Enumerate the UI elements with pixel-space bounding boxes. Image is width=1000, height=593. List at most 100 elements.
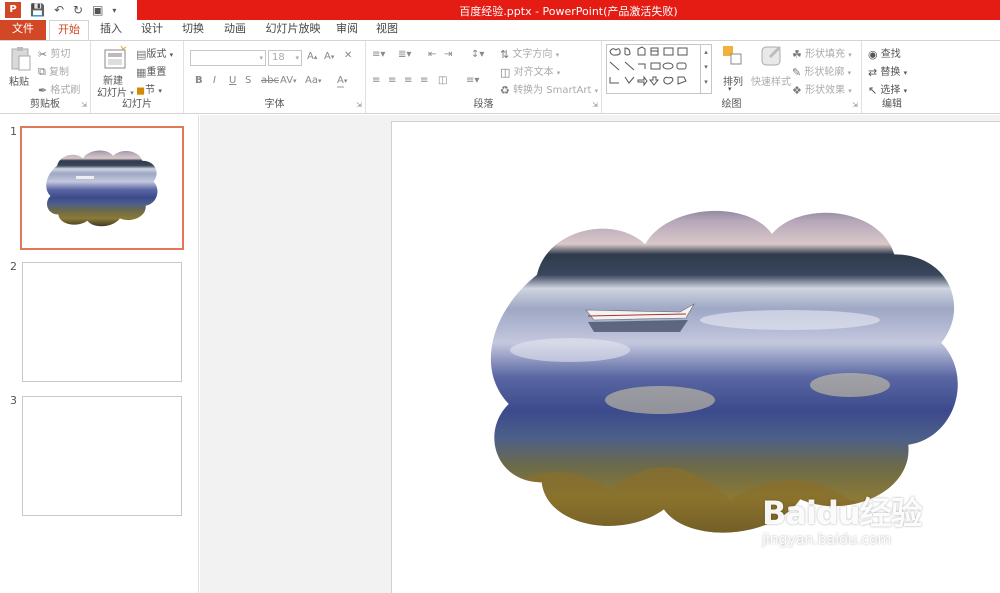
replace-button[interactable]: ⇄ 替换 ▾ (868, 63, 907, 79)
slideshow-icon[interactable]: ▣ (92, 3, 103, 17)
paragraph-menu-icon[interactable]: ≡▾ (466, 75, 479, 86)
thumbnail-lake-photo (46, 150, 158, 227)
slides-group: 新建 幻灯片 ▾ ▤版式 ▾ ▦重置 ◼节 ▾ 幻灯片 (91, 41, 184, 113)
dropdown-arrow-icon: ▾ (169, 51, 174, 59)
shape-outline-button[interactable]: ✎ 形状轮廓 ▾ (792, 63, 851, 79)
down-arrow-icon: ▾ (330, 53, 335, 61)
numbering-icon[interactable]: ≣▾ (398, 49, 411, 60)
align-text-button[interactable]: ◫ 对齐文本 ▾ (500, 63, 560, 79)
dropdown-arrow-icon: ▾ (847, 69, 852, 77)
dialog-launcher-icon[interactable]: ⇲ (81, 101, 87, 109)
arrange-label[interactable]: 排列 (723, 73, 743, 88)
character-spacing-button[interactable]: AV▾ (280, 75, 297, 86)
shapes-gallery-icons (609, 46, 688, 87)
align-right-icon[interactable]: ≡ (404, 75, 412, 86)
tab-home[interactable]: 开始 (49, 20, 89, 41)
slide-number: 2 (10, 260, 17, 273)
font-size-combo[interactable]: 18 ▾ (268, 50, 302, 66)
slide-thumbnail-pane[interactable]: 1 2 3 (0, 115, 199, 593)
dropdown-arrow-icon: ▾ (848, 51, 852, 59)
slide-thumbnail-3[interactable] (22, 396, 182, 516)
editing-group-label: 编辑 (882, 99, 902, 110)
title-bar: 百度经验.pptx - PowerPoint(产品激活失败) P 💾 ↶ ↻ ▣… (0, 0, 1000, 20)
clipboard-group: 粘贴 ✂ 剪切 ⧉ 复制 ✒ 格式刷 剪贴板 ⇲ (0, 41, 91, 113)
slide-number: 3 (10, 394, 17, 407)
font-name-combo[interactable]: ▾ (190, 50, 266, 66)
tab-slideshow[interactable]: 幻灯片放映 (262, 20, 324, 40)
quick-styles-label[interactable]: 快速样式 (751, 73, 791, 88)
shadow-button[interactable]: S (245, 75, 251, 86)
shapes-gallery[interactable]: ▴ ▾ ▾ (606, 44, 712, 94)
cut-button[interactable]: ✂ 剪切 (38, 45, 70, 61)
font-color-button[interactable]: A▾ (337, 75, 348, 88)
watermark-url: jingyan.baidu.com (762, 532, 892, 548)
customize-qat-icon[interactable]: ▾ (112, 6, 116, 15)
redo-icon[interactable]: ↻ (73, 3, 83, 17)
find-button[interactable]: ◉ 查找 (868, 45, 901, 61)
editing-group: ◉ 查找 ⇄ 替换 ▾ ↖ 选择 ▾ 编辑 (862, 41, 922, 113)
text-direction-button[interactable]: ⇅ 文字方向 ▾ (500, 45, 559, 61)
strikethrough-button[interactable]: abc (261, 75, 279, 86)
justify-icon[interactable]: ≡ (420, 75, 428, 86)
font-group-label: 字体 (264, 99, 285, 110)
thumbnail-boat (76, 176, 94, 179)
slide-thumbnail-2[interactable] (22, 262, 182, 382)
align-left-icon[interactable]: ≡ (372, 75, 380, 86)
replace-icon: ⇄ (868, 65, 878, 79)
undo-icon[interactable]: ↶ (54, 3, 64, 17)
shape-fill-button[interactable]: ☘ 形状填充 ▾ (792, 45, 852, 61)
copy-button[interactable]: ⧉ 复制 (38, 63, 69, 79)
increase-indent-icon[interactable]: ⇥ (444, 49, 452, 60)
dialog-launcher-icon[interactable]: ⇲ (592, 101, 598, 109)
tab-design[interactable]: 设计 (137, 20, 167, 40)
decrease-indent-icon[interactable]: ⇤ (428, 49, 436, 60)
watermark: Baidu经验 jingyan.baidu.com (762, 488, 923, 548)
line-spacing-icon[interactable]: ↕▾ (471, 49, 484, 60)
tab-file[interactable]: 文件 (0, 20, 46, 40)
quick-styles-icon[interactable] (759, 44, 783, 68)
dropdown-arrow-icon: ▾ (317, 77, 322, 85)
italic-button[interactable]: I (213, 75, 216, 86)
paste-label[interactable]: 粘贴 (9, 73, 29, 88)
tab-review[interactable]: 审阅 (334, 20, 360, 40)
columns-icon[interactable]: ◫ (438, 75, 447, 86)
reset-button[interactable]: ▦重置 (136, 63, 166, 79)
dropdown-arrow-icon: ▾ (903, 87, 908, 95)
dropdown-arrow-icon: ▾ (555, 51, 560, 59)
cloud-reflection (810, 373, 890, 397)
dropdown-arrow-icon: ▾ (594, 87, 599, 95)
arrange-icon[interactable] (721, 44, 745, 68)
dropdown-arrow-icon: ▾ (295, 54, 299, 62)
tab-view[interactable]: 视图 (374, 20, 400, 40)
grow-font-button[interactable]: A▴ (307, 51, 317, 62)
ribbon-tabs: 文件 开始 插入 设计 切换 动画 幻灯片放映 审阅 视图 (0, 20, 1000, 41)
tab-insert[interactable]: 插入 (96, 20, 126, 40)
dialog-launcher-icon[interactable]: ⇲ (852, 101, 858, 109)
tab-transitions[interactable]: 切换 (178, 20, 208, 40)
paste-icon[interactable] (9, 46, 33, 71)
text-direction-icon: ⇅ (500, 47, 510, 61)
tab-animations[interactable]: 动画 (220, 20, 250, 40)
dialog-launcher-icon[interactable]: ⇲ (356, 101, 362, 109)
drawing-group-label: 绘图 (721, 99, 742, 110)
dropdown-arrow-icon[interactable]: ▾ (728, 85, 732, 93)
shrink-font-button[interactable]: A▾ (324, 51, 334, 62)
slide-thumbnail-1[interactable] (20, 126, 184, 250)
cloud-reflection (605, 386, 715, 414)
layout-button[interactable]: ▤版式 ▾ (136, 45, 173, 61)
font-group: ▾ 18 ▾ A▴ A▾ ✕ B I U S abc AV▾ Aa▾ A▾ 字体 … (184, 41, 366, 113)
change-case-button[interactable]: Aa▾ (305, 75, 321, 86)
paragraph-group: ≡▾ ≣▾ ⇤ ⇥ ↕▾ ≡ ≡ ≡ ≡ ◫ ≡▾ ⇅ 文字方向 ▾ ◫ 对齐文… (366, 41, 602, 113)
underline-button[interactable]: U (229, 75, 236, 86)
align-center-icon[interactable]: ≡ (388, 75, 396, 86)
dropdown-arrow-icon: ▾ (848, 87, 852, 95)
bold-button[interactable]: B (195, 75, 203, 86)
dropdown-arrow-icon: ▾ (343, 77, 348, 85)
new-slide-icon[interactable] (103, 45, 127, 69)
bullets-icon[interactable]: ≡▾ (372, 49, 385, 60)
dropdown-arrow-icon: ▾ (903, 69, 908, 77)
gallery-scroll[interactable]: ▴ ▾ ▾ (700, 45, 711, 93)
clear-format-icon[interactable]: ✕ (344, 50, 352, 61)
save-icon[interactable]: 💾 (30, 3, 45, 17)
quick-access-toolbar: P 💾 ↶ ↻ ▣ ▾ (0, 0, 116, 20)
